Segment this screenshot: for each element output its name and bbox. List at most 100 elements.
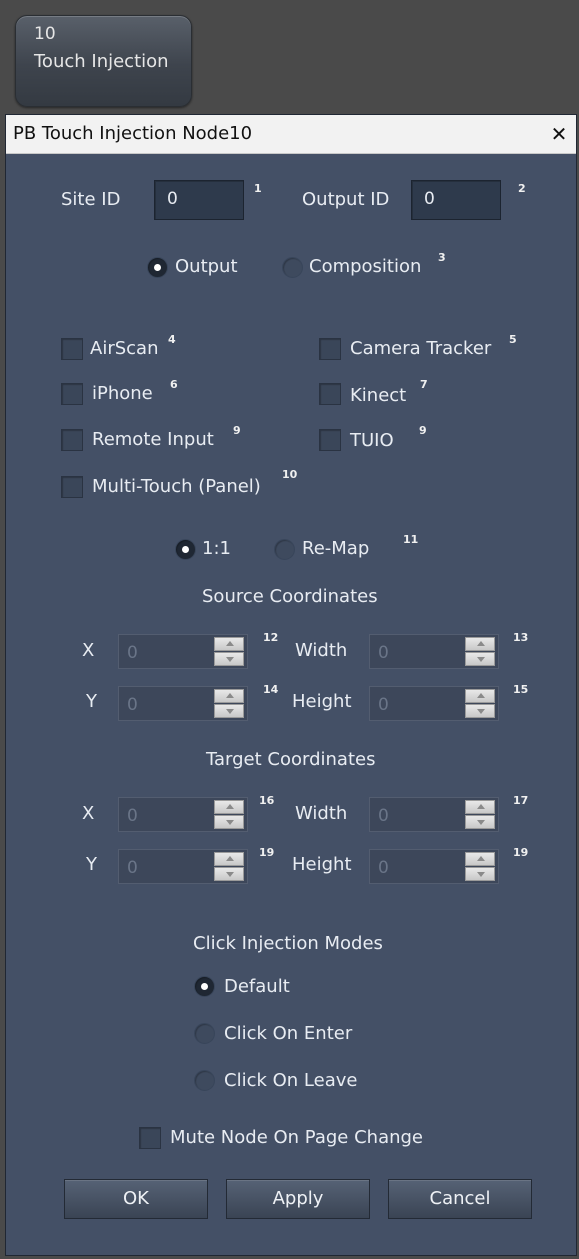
iphone-number: 6	[170, 378, 178, 391]
touch-injection-dialog: PB Touch Injection Node10 ✕ Site ID 0 1 …	[5, 114, 577, 1256]
multi-touch-panel-label: Multi-Touch (Panel)	[92, 476, 261, 497]
click-on-enter-label: Click On Enter	[224, 1023, 353, 1044]
target-y-spinbox[interactable]: 0	[118, 849, 248, 884]
target-y-up-arrow-icon[interactable]	[214, 852, 244, 866]
source-height-stepper	[465, 689, 495, 718]
mapping-number: 11	[403, 533, 419, 546]
source-height-down-arrow-icon[interactable]	[465, 704, 495, 718]
target-x-up-arrow-icon[interactable]	[214, 800, 244, 814]
click-on-enter-radio[interactable]	[194, 1023, 215, 1044]
output-radio-label: Output	[175, 256, 238, 277]
source-x-up-arrow-icon[interactable]	[214, 637, 244, 651]
click-on-leave-radio[interactable]	[194, 1070, 215, 1091]
apply-button[interactable]: Apply	[226, 1179, 370, 1219]
kinect-number: 7	[420, 378, 428, 391]
airscan-label: AirScan	[90, 338, 159, 359]
remote-input-checkbox[interactable]	[61, 429, 83, 451]
target-width-value: 0	[378, 806, 389, 826]
target-x-number: 16	[259, 794, 275, 807]
source-height-number: 15	[513, 683, 529, 696]
source-x-down-arrow-icon[interactable]	[214, 652, 244, 666]
one-to-one-label: 1:1	[202, 538, 231, 559]
iphone-label: iPhone	[92, 383, 153, 404]
source-width-number: 13	[513, 631, 529, 644]
multi-touch-panel-number: 10	[282, 468, 298, 481]
kinect-label: Kinect	[350, 385, 407, 406]
source-y-number: 14	[263, 683, 279, 696]
source-coordinates-heading: Source Coordinates	[202, 586, 378, 607]
composition-radio[interactable]	[282, 257, 303, 278]
target-height-spinbox[interactable]: 0	[369, 849, 499, 884]
source-width-up-arrow-icon[interactable]	[465, 637, 495, 651]
target-x-spinbox[interactable]: 0	[118, 797, 248, 832]
close-icon[interactable]: ✕	[548, 123, 570, 145]
source-y-value: 0	[127, 695, 138, 715]
remote-input-label: Remote Input	[92, 429, 214, 450]
tuio-label: TUIO	[350, 430, 394, 451]
source-width-spinbox[interactable]: 0	[369, 634, 499, 669]
airscan-checkbox[interactable]	[61, 338, 83, 360]
dialog-title: PB Touch Injection Node10	[13, 123, 253, 144]
output-radio[interactable]	[147, 257, 168, 278]
target-y-down-arrow-icon[interactable]	[214, 867, 244, 881]
camera-tracker-number: 5	[509, 333, 517, 346]
default-mode-radio[interactable]	[194, 976, 215, 997]
target-coordinates-heading: Target Coordinates	[206, 749, 376, 770]
multi-touch-panel-checkbox[interactable]	[61, 476, 83, 498]
camera-tracker-checkbox[interactable]	[319, 338, 341, 360]
target-x-down-arrow-icon[interactable]	[214, 815, 244, 829]
source-y-down-arrow-icon[interactable]	[214, 704, 244, 718]
target-width-stepper	[465, 800, 495, 829]
site-id-field[interactable]: 0	[154, 180, 244, 220]
source-width-stepper	[465, 637, 495, 666]
source-y-up-arrow-icon[interactable]	[214, 689, 244, 703]
mute-node-label: Mute Node On Page Change	[170, 1127, 424, 1148]
cancel-button[interactable]: Cancel	[388, 1179, 532, 1219]
target-width-spinbox[interactable]: 0	[369, 797, 499, 832]
target-height-down-arrow-icon[interactable]	[465, 867, 495, 881]
site-id-label: Site ID	[61, 189, 121, 210]
target-height-up-arrow-icon[interactable]	[465, 852, 495, 866]
source-width-label: Width	[295, 640, 348, 661]
source-x-spinbox[interactable]: 0	[118, 634, 248, 669]
source-x-value: 0	[127, 643, 138, 663]
target-number: 3	[438, 251, 446, 264]
source-y-spinbox[interactable]: 0	[118, 686, 248, 721]
ok-button[interactable]: OK	[64, 1179, 208, 1219]
airscan-number: 4	[168, 333, 176, 346]
target-width-label: Width	[295, 803, 348, 824]
default-mode-label: Default	[224, 976, 290, 997]
source-x-label: X	[82, 640, 95, 661]
target-height-number: 19	[513, 846, 529, 859]
source-width-down-arrow-icon[interactable]	[465, 652, 495, 666]
camera-tracker-label: Camera Tracker	[350, 338, 492, 359]
tuio-checkbox[interactable]	[319, 429, 341, 451]
output-id-field[interactable]: 0	[411, 180, 501, 220]
target-width-up-arrow-icon[interactable]	[465, 800, 495, 814]
output-id-number: 2	[518, 182, 526, 195]
target-height-stepper	[465, 852, 495, 881]
remap-radio[interactable]	[274, 539, 295, 560]
target-x-label: X	[82, 803, 95, 824]
output-id-label: Output ID	[302, 189, 390, 210]
node-number: 10	[34, 24, 56, 44]
composition-radio-label: Composition	[309, 256, 422, 277]
target-y-stepper	[214, 852, 244, 881]
one-to-one-radio[interactable]	[175, 539, 196, 560]
target-width-number: 17	[513, 794, 529, 807]
source-height-up-arrow-icon[interactable]	[465, 689, 495, 703]
target-x-stepper	[214, 800, 244, 829]
node-name: Touch Injection	[34, 51, 169, 72]
source-y-label: Y	[86, 691, 97, 712]
dialog-titlebar[interactable]: PB Touch Injection Node10 ✕	[6, 115, 576, 154]
mute-node-checkbox[interactable]	[139, 1127, 161, 1149]
target-x-value: 0	[127, 806, 138, 826]
iphone-checkbox[interactable]	[61, 383, 83, 405]
click-modes-heading: Click Injection Modes	[193, 933, 383, 954]
target-width-down-arrow-icon[interactable]	[465, 815, 495, 829]
click-on-leave-label: Click On Leave	[224, 1070, 358, 1091]
node-tile[interactable]: 10 Touch Injection	[15, 15, 192, 107]
kinect-checkbox[interactable]	[319, 383, 341, 405]
source-height-spinbox[interactable]: 0	[369, 686, 499, 721]
target-y-number: 19	[259, 846, 275, 859]
